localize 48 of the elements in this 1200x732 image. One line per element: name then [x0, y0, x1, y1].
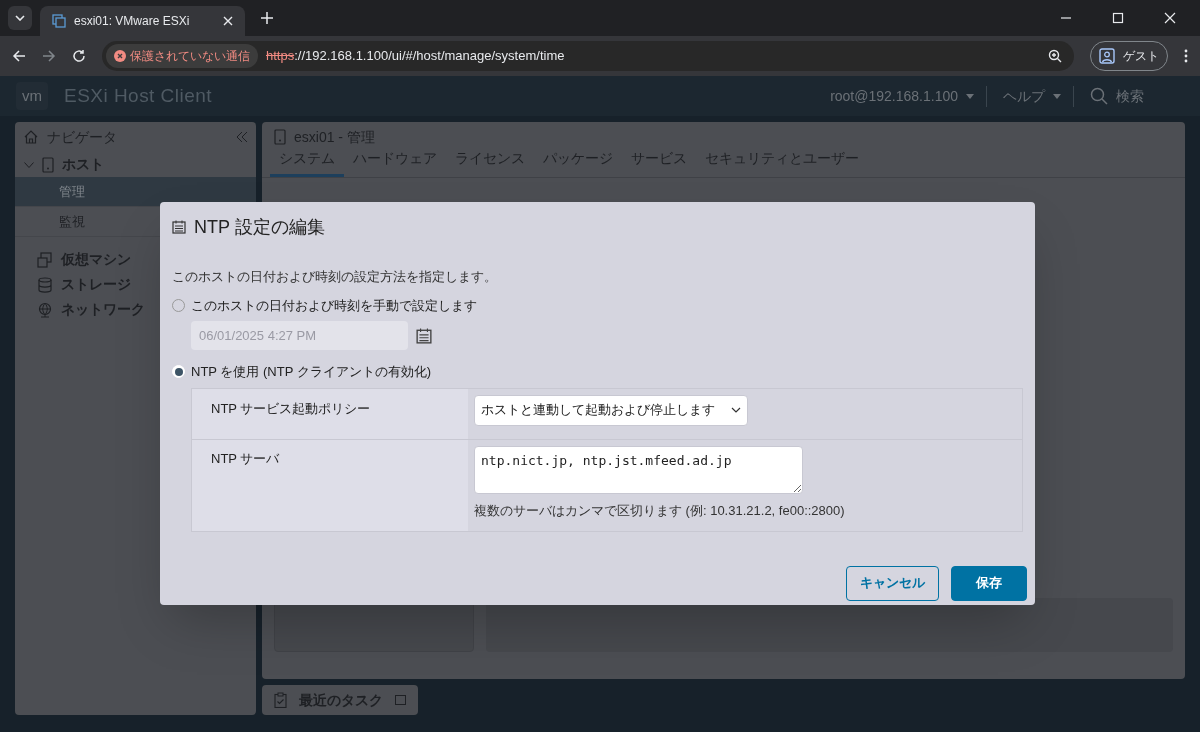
close-icon[interactable] — [223, 16, 233, 26]
search-icon — [1090, 87, 1108, 105]
person-icon — [1099, 48, 1115, 64]
search-button[interactable]: 検索 — [1090, 85, 1184, 107]
caret-icon — [1053, 93, 1061, 99]
tab-search-button[interactable] — [8, 6, 32, 30]
clipboard-icon — [274, 692, 287, 708]
user-menu[interactable]: root@192.168.1.100 — [830, 85, 987, 107]
radio-option[interactable]: NTP を使用 (NTP クライアントの有効化) — [172, 362, 1023, 382]
chevron-down-icon — [15, 15, 25, 21]
globe-icon — [37, 301, 53, 318]
vm-icon — [52, 14, 66, 28]
home-icon — [23, 129, 39, 145]
hint-text: 複数のサーバはカンマで区切ります (例: 10.31.21.2, fe00::2800) — [474, 501, 846, 520]
close-icon[interactable] — [1164, 12, 1176, 24]
database-icon — [37, 276, 53, 293]
forward-icon[interactable] — [42, 49, 56, 63]
vm-logo: vm — [16, 82, 48, 110]
server-icon — [42, 156, 54, 173]
url-text: https://192.168.1.100/ui/#/host/manage/system/time — [266, 47, 565, 66]
save-button[interactable]: 保存 — [951, 565, 1027, 601]
server-icon — [274, 129, 286, 145]
calendar-icon[interactable] — [416, 327, 432, 344]
zoom-icon[interactable] — [1048, 49, 1062, 63]
field-label: NTP サービス起動ポリシー — [211, 400, 371, 416]
caret-icon — [966, 93, 974, 99]
browser-tab[interactable]: esxi01: VMware ESXi — [40, 6, 245, 36]
error-icon — [114, 50, 126, 62]
radio-option[interactable]: このホストの日付および時刻を手動で設定します — [172, 295, 1023, 315]
security-chip[interactable]: 保護されていない通信 — [106, 44, 258, 68]
chevron-down-icon — [731, 407, 741, 413]
calendar-icon — [172, 220, 186, 234]
policy-dropdown[interactable]: ホストと連動して起動および停止します — [474, 394, 748, 426]
cancel-button[interactable]: キャンセル — [846, 565, 939, 601]
maximize-icon — [395, 695, 406, 705]
maximize-icon[interactable] — [1112, 12, 1124, 24]
dialog-description: このホストの日付および時刻の設定方法を指定します。 — [172, 268, 498, 286]
new-tab-icon[interactable] — [261, 12, 273, 24]
help-menu[interactable]: ヘルプ — [1003, 85, 1074, 107]
back-icon[interactable] — [12, 49, 26, 63]
address-bar[interactable]: 保護されていない通信 https://192.168.1.100/ui/#/host/manage/system/time — [102, 41, 1074, 71]
virtual-machine-icon — [37, 251, 53, 268]
tab-title: esxi01: VMware ESXi — [74, 13, 191, 30]
server-input[interactable]: ntp.nict.jp, ntp.jst.mfeed.ad.jp — [474, 445, 803, 494]
reload-icon[interactable] — [72, 49, 86, 63]
field-label: NTP サーバ — [211, 450, 280, 466]
nav-item[interactable]: 管理 — [15, 177, 256, 207]
menu-icon[interactable] — [1184, 49, 1188, 63]
